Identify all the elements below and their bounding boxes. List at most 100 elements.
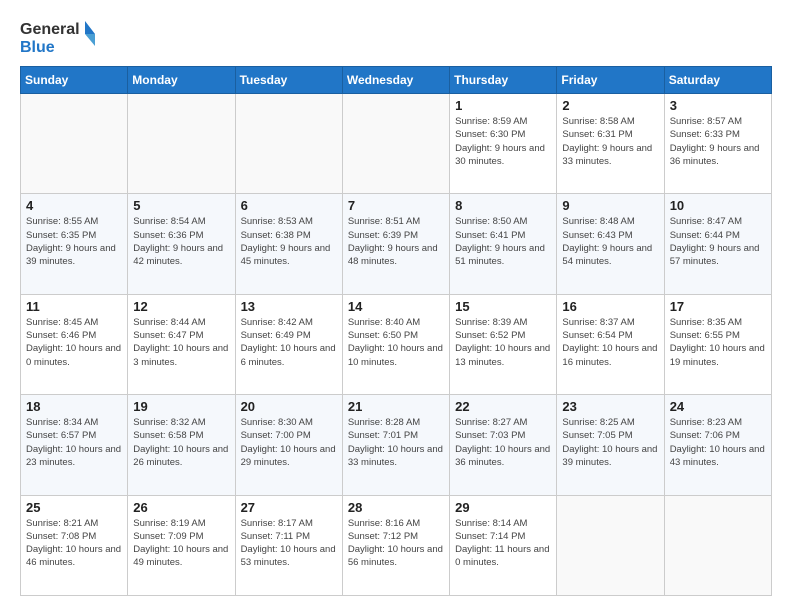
day-info: Sunrise: 8:42 AM Sunset: 6:49 PM Dayligh… [241,316,337,369]
day-number: 16 [562,299,658,314]
calendar-cell: 16Sunrise: 8:37 AM Sunset: 6:54 PM Dayli… [557,294,664,394]
week-row-4: 18 Sunrise: 8:34 AM Sunset: 6:57 PM Dayli… [21,395,772,495]
day-info: Sunrise: 8:39 AM Sunset: 6:52 PM Dayligh… [455,316,551,369]
calendar-cell: 29 Sunrise: 8:14 AM Sunset: 7:14 PM Dayli… [450,495,557,595]
calendar-cell: 10 Sunrise: 8:47 AM Sunset: 6:44 PM Dayli… [664,194,771,294]
header: GeneralBlue [20,16,772,56]
day-number: 27 [241,500,337,515]
day-number: 22 [455,399,551,414]
calendar-cell: 9 Sunrise: 8:48 AM Sunset: 6:43 PM Daylig… [557,194,664,294]
calendar-cell: 14Sunrise: 8:40 AM Sunset: 6:50 PM Dayli… [342,294,449,394]
day-number: 28 [348,500,444,515]
day-info: Sunrise: 8:25 AM Sunset: 7:05 PM Dayligh… [562,416,658,469]
day-number: 20 [241,399,337,414]
svg-text:Blue: Blue [20,39,55,56]
calendar-cell: 4Sunrise: 8:55 AM Sunset: 6:35 PM Daylig… [21,194,128,294]
day-info: Sunrise: 8:59 AM Sunset: 6:30 PM Dayligh… [455,115,551,168]
day-info: Sunrise: 8:34 AM Sunset: 6:57 PM Dayligh… [26,416,122,469]
week-row-5: 25Sunrise: 8:21 AM Sunset: 7:08 PM Dayli… [21,495,772,595]
day-info: Sunrise: 8:58 AM Sunset: 6:31 PM Dayligh… [562,115,658,168]
day-number: 7 [348,198,444,213]
calendar-cell: 20 Sunrise: 8:30 AM Sunset: 7:00 PM Dayli… [235,395,342,495]
calendar-cell: 2 Sunrise: 8:58 AM Sunset: 6:31 PM Daylig… [557,94,664,194]
day-number: 13 [241,299,337,314]
day-number: 24 [670,399,766,414]
day-number: 17 [670,299,766,314]
calendar-cell: 24 Sunrise: 8:23 AM Sunset: 7:06 PM Dayli… [664,395,771,495]
day-number: 8 [455,198,551,213]
day-info: Sunrise: 8:19 AM Sunset: 7:09 PM Dayligh… [133,517,229,570]
weekday-header-friday: Friday [557,67,664,94]
day-info: Sunrise: 8:30 AM Sunset: 7:00 PM Dayligh… [241,416,337,469]
calendar-cell: 28 Sunrise: 8:16 AM Sunset: 7:12 PM Dayli… [342,495,449,595]
calendar-cell: 8 Sunrise: 8:50 AM Sunset: 6:41 PM Daylig… [450,194,557,294]
calendar-cell [21,94,128,194]
day-number: 21 [348,399,444,414]
day-info: Sunrise: 8:47 AM Sunset: 6:44 PM Dayligh… [670,215,766,268]
day-info: Sunrise: 8:50 AM Sunset: 6:41 PM Dayligh… [455,215,551,268]
calendar-cell [557,495,664,595]
day-number: 11 [26,299,122,314]
day-number: 10 [670,198,766,213]
calendar-cell: 26 Sunrise: 8:19 AM Sunset: 7:09 PM Dayli… [128,495,235,595]
calendar-cell: 6Sunrise: 8:53 AM Sunset: 6:38 PM Daylig… [235,194,342,294]
day-info: Sunrise: 8:23 AM Sunset: 7:06 PM Dayligh… [670,416,766,469]
calendar-cell: 3Sunrise: 8:57 AM Sunset: 6:33 PM Daylig… [664,94,771,194]
weekday-header-tuesday: Tuesday [235,67,342,94]
day-info: Sunrise: 8:48 AM Sunset: 6:43 PM Dayligh… [562,215,658,268]
day-info: Sunrise: 8:32 AM Sunset: 6:58 PM Dayligh… [133,416,229,469]
weekday-header-sunday: Sunday [21,67,128,94]
weekday-header-wednesday: Wednesday [342,67,449,94]
day-number: 26 [133,500,229,515]
day-number: 15 [455,299,551,314]
calendar-cell [342,94,449,194]
calendar-cell [235,94,342,194]
day-info: Sunrise: 8:16 AM Sunset: 7:12 PM Dayligh… [348,517,444,570]
weekday-header-thursday: Thursday [450,67,557,94]
calendar-cell [128,94,235,194]
weekday-header-monday: Monday [128,67,235,94]
day-info: Sunrise: 8:44 AM Sunset: 6:47 PM Dayligh… [133,316,229,369]
day-number: 9 [562,198,658,213]
calendar-cell: 22 Sunrise: 8:27 AM Sunset: 7:03 PM Dayli… [450,395,557,495]
day-info: Sunrise: 8:21 AM Sunset: 7:08 PM Dayligh… [26,517,122,570]
calendar-cell: 7Sunrise: 8:51 AM Sunset: 6:39 PM Daylig… [342,194,449,294]
week-row-1: 1 Sunrise: 8:59 AM Sunset: 6:30 PM Daylig… [21,94,772,194]
day-info: Sunrise: 8:35 AM Sunset: 6:55 PM Dayligh… [670,316,766,369]
calendar-cell: 12 Sunrise: 8:44 AM Sunset: 6:47 PM Dayli… [128,294,235,394]
calendar-cell: 23 Sunrise: 8:25 AM Sunset: 7:05 PM Dayli… [557,395,664,495]
day-info: Sunrise: 8:57 AM Sunset: 6:33 PM Dayligh… [670,115,766,168]
day-number: 14 [348,299,444,314]
day-info: Sunrise: 8:17 AM Sunset: 7:11 PM Dayligh… [241,517,337,570]
calendar-cell: 21 Sunrise: 8:28 AM Sunset: 7:01 PM Dayli… [342,395,449,495]
svg-text:General: General [20,21,80,38]
calendar-cell: 18 Sunrise: 8:34 AM Sunset: 6:57 PM Dayli… [21,395,128,495]
day-number: 5 [133,198,229,213]
day-number: 23 [562,399,658,414]
page: GeneralBlue SundayMondayTuesdayWednesday… [0,0,792,612]
day-number: 2 [562,98,658,113]
calendar-cell [664,495,771,595]
day-info: Sunrise: 8:14 AM Sunset: 7:14 PM Dayligh… [455,517,551,570]
day-info: Sunrise: 8:54 AM Sunset: 6:36 PM Dayligh… [133,215,229,268]
day-number: 29 [455,500,551,515]
calendar-cell: 11 Sunrise: 8:45 AM Sunset: 6:46 PM Dayli… [21,294,128,394]
calendar-cell: 19Sunrise: 8:32 AM Sunset: 6:58 PM Dayli… [128,395,235,495]
calendar-cell: 13 Sunrise: 8:42 AM Sunset: 6:49 PM Dayli… [235,294,342,394]
calendar-table: SundayMondayTuesdayWednesdayThursdayFrid… [20,66,772,596]
calendar-cell: 5 Sunrise: 8:54 AM Sunset: 6:36 PM Daylig… [128,194,235,294]
day-number: 18 [26,399,122,414]
day-info: Sunrise: 8:45 AM Sunset: 6:46 PM Dayligh… [26,316,122,369]
weekday-header-row: SundayMondayTuesdayWednesdayThursdayFrid… [21,67,772,94]
calendar-cell: 25Sunrise: 8:21 AM Sunset: 7:08 PM Dayli… [21,495,128,595]
calendar-cell: 27 Sunrise: 8:17 AM Sunset: 7:11 PM Dayli… [235,495,342,595]
day-info: Sunrise: 8:28 AM Sunset: 7:01 PM Dayligh… [348,416,444,469]
day-number: 12 [133,299,229,314]
day-number: 4 [26,198,122,213]
weekday-header-saturday: Saturday [664,67,771,94]
day-info: Sunrise: 8:27 AM Sunset: 7:03 PM Dayligh… [455,416,551,469]
logo-svg: GeneralBlue [20,16,100,56]
week-row-3: 11 Sunrise: 8:45 AM Sunset: 6:46 PM Dayli… [21,294,772,394]
week-row-2: 4Sunrise: 8:55 AM Sunset: 6:35 PM Daylig… [21,194,772,294]
day-number: 1 [455,98,551,113]
